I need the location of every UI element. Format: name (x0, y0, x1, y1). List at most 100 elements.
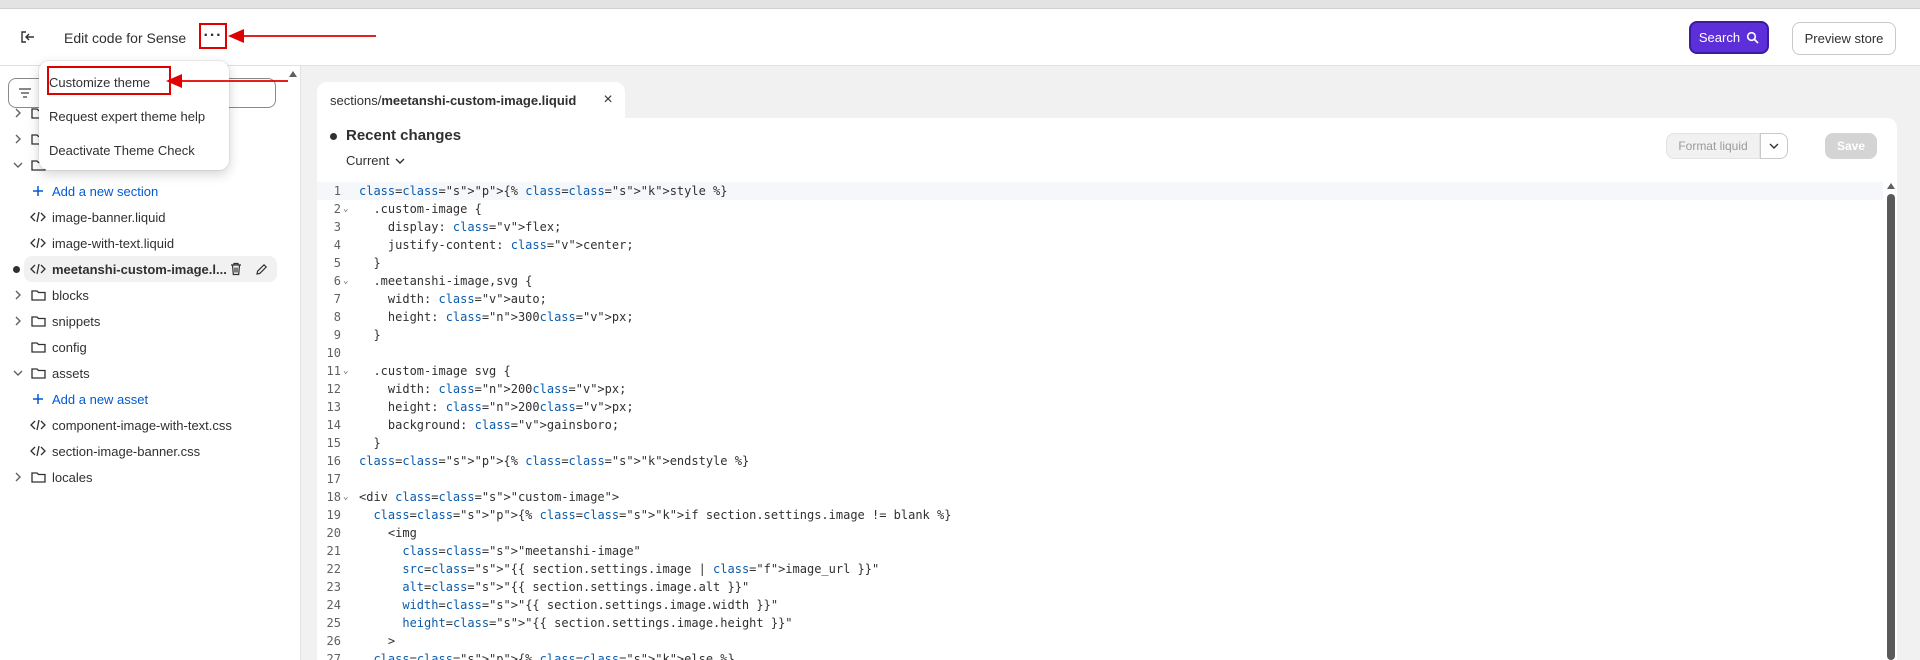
line-number: 27 (326, 652, 341, 660)
code-line[interactable]: 10 (317, 344, 1883, 362)
fold-chevron-icon[interactable]: ⌄ (343, 272, 348, 290)
code-text: .custom-image svg { (359, 364, 511, 378)
code-text: <img (359, 526, 417, 540)
code-line[interactable]: 18 ⌄ <div class=class="s">"custom-image"> (317, 488, 1883, 506)
chevron-right-icon (12, 289, 24, 301)
tree-folder-assets[interactable]: assets (0, 360, 290, 386)
tree-file-image-with-text[interactable]: image-with-text.liquid (0, 230, 290, 256)
code-line[interactable]: 19 class=class="s">"p">{% class=class="s… (317, 506, 1883, 524)
code-lines[interactable]: 1 class=class="s">"p">{% class=class="s">… (317, 182, 1883, 660)
close-tab-icon[interactable]: × (600, 91, 616, 109)
tree-label: Add a new asset (52, 391, 149, 407)
version-select[interactable]: Current (346, 153, 405, 168)
code-line[interactable]: 24 width=class="s">"{{ section.settings.… (317, 596, 1883, 614)
code-text: height: class="n">300class="v">px; (359, 310, 634, 324)
tab-filename: meetanshi-custom-image.liquid (381, 93, 577, 108)
code-line[interactable]: 14 background: class="v">gainsboro; (317, 416, 1883, 434)
line-number: 16 (326, 454, 341, 468)
code-text: height: class="n">200class="v">px; (359, 400, 634, 414)
menu-item-deactivate-theme-check[interactable]: Deactivate Theme Check (49, 139, 195, 161)
tree-label: blocks (52, 287, 89, 303)
code-text: width=class="s">"{{ section.settings.ima… (402, 598, 779, 612)
code-line[interactable]: 3 display: class="v">flex; (317, 218, 1883, 236)
code-line[interactable]: 27 class=class="s">"p">{% class=class="s… (317, 650, 1883, 660)
code-file-icon (30, 235, 46, 251)
folder-icon (30, 365, 46, 381)
scrollbar-thumb[interactable] (1887, 194, 1895, 660)
folder-icon (30, 469, 46, 485)
tree-folder-blocks[interactable]: blocks (0, 282, 290, 308)
tree-file-meetanshi-custom-image[interactable]: meetanshi-custom-image.l... (24, 256, 277, 282)
unsaved-dot (13, 266, 20, 273)
code-line[interactable]: 20 <img (317, 524, 1883, 542)
filter-icon (19, 88, 31, 98)
code-line[interactable]: 7 width: class="v">auto; (317, 290, 1883, 308)
code-line[interactable]: 8 height: class="n">300class="v">px; (317, 308, 1883, 326)
save-button[interactable]: Save (1825, 133, 1877, 159)
scroll-up-icon[interactable] (1886, 182, 1896, 190)
chevron-down-icon (12, 367, 24, 379)
search-button[interactable]: Search (1689, 21, 1769, 54)
more-actions-button[interactable]: ··· (199, 23, 227, 49)
editor-tab[interactable]: sections/meetanshi-custom-image.liquid × (317, 82, 625, 118)
add-new-asset-link[interactable]: Add a new asset (0, 386, 290, 412)
code-line[interactable]: 22 src=class="s">"{{ section.settings.im… (317, 560, 1883, 578)
tree-label: image-banner.liquid (52, 209, 166, 225)
code-line[interactable]: 1 class=class="s">"p">{% class=class="s">… (317, 182, 1883, 200)
code-text: justify-content: class="v">center; (359, 238, 634, 252)
preview-store-button[interactable]: Preview store (1792, 22, 1896, 55)
code-line[interactable]: 16 class=class="s">"p">{% class=class="s"… (317, 452, 1883, 470)
add-new-section-link[interactable]: Add a new section (0, 178, 290, 204)
code-line[interactable]: 26 > (317, 632, 1883, 650)
format-options-button[interactable] (1760, 133, 1788, 159)
code-line[interactable]: 5 } (317, 254, 1883, 272)
code-line[interactable]: 11 ⌄ .custom-image svg { (317, 362, 1883, 380)
code-line[interactable]: 13 height: class="n">200class="v">px; (317, 398, 1883, 416)
delete-file-icon[interactable] (227, 260, 245, 278)
line-number: 15 (326, 436, 341, 450)
folder-icon (30, 313, 46, 329)
code-line[interactable]: 21 class=class="s">"meetanshi-image" (317, 542, 1883, 560)
code-text: alt=class="s">"{{ section.settings.image… (402, 580, 750, 594)
code-line[interactable]: 23 alt=class="s">"{{ section.settings.im… (317, 578, 1883, 596)
editor-scrollbar[interactable] (1884, 182, 1896, 660)
annotation-box-customize (47, 66, 171, 95)
code-line[interactable]: 4 justify-content: class="v">center; (317, 236, 1883, 254)
tree-file-section-image-banner[interactable]: section-image-banner.css (0, 438, 290, 464)
code-line[interactable]: 12 width: class="n">200class="v">px; (317, 380, 1883, 398)
code-text: class=class="s">"p">{% class=class="s">"… (359, 454, 750, 468)
folder-icon (30, 339, 46, 355)
line-number: 3 (333, 220, 341, 234)
tree-label: config (52, 339, 87, 355)
code-line[interactable]: 6 ⌄ .meetanshi-image,svg { (317, 272, 1883, 290)
chevron-down-icon (12, 159, 24, 171)
line-number: 7 (333, 292, 341, 306)
code-text: > (359, 634, 396, 648)
tab-directory: sections/ (330, 93, 382, 108)
rename-file-icon[interactable] (252, 260, 270, 278)
line-number: 21 (326, 544, 341, 558)
fold-chevron-icon[interactable]: ⌄ (343, 362, 348, 380)
tree-file-image-banner[interactable]: image-banner.liquid (0, 204, 290, 230)
tree-folder-snippets[interactable]: snippets (0, 308, 290, 334)
tab-path: sections/meetanshi-custom-image.liquid (330, 93, 576, 108)
fold-chevron-icon[interactable]: ⌄ (343, 200, 348, 218)
code-line[interactable]: 17 (317, 470, 1883, 488)
tree-label: snippets (52, 313, 101, 329)
tree-label: assets (52, 365, 90, 381)
menu-item-request-expert-help[interactable]: Request expert theme help (49, 105, 205, 127)
tree-folder-config[interactable]: config (0, 334, 290, 360)
code-line[interactable]: 15 } (317, 434, 1883, 452)
tree-file-component-image-with-text[interactable]: component-image-with-text.css (0, 412, 290, 438)
line-number: 9 (333, 328, 341, 342)
tree-folder-locales[interactable]: locales (0, 464, 290, 490)
line-number: 25 (326, 616, 341, 630)
fold-chevron-icon[interactable]: ⌄ (343, 488, 348, 506)
code-line[interactable]: 9 } (317, 326, 1883, 344)
code-line[interactable]: 25 height=class="s">"{{ section.settings… (317, 614, 1883, 632)
exit-icon[interactable] (14, 25, 42, 49)
format-liquid-button[interactable]: Format liquid (1666, 133, 1760, 159)
code-text: class=class="s">"p">{% class=class="s">"… (373, 652, 735, 660)
code-line[interactable]: 2 ⌄ .custom-image { (317, 200, 1883, 218)
plus-icon (30, 183, 46, 199)
